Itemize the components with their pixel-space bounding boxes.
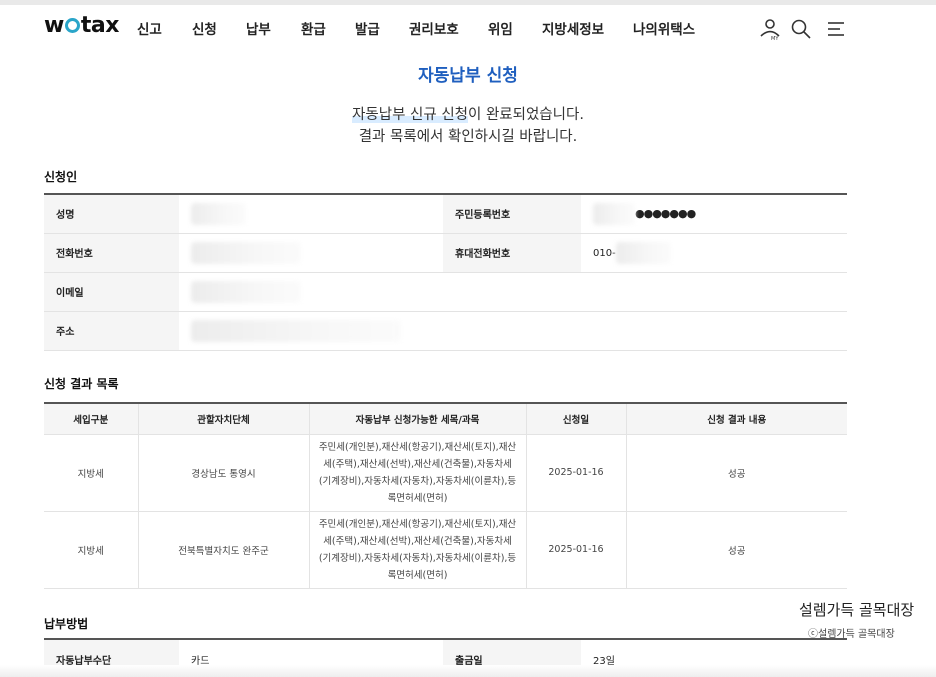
date-cell: 2025-01-16 <box>526 434 627 512</box>
table-header-row: 세입구분 관할자치단체 자동납부 신청가능한 세목/과목 신청일 신청 결과 내… <box>44 402 847 435</box>
items-cell: 주민세(개인분),재산세(항공기),재산세(토지),재산세(주택),재산세(선박… <box>309 434 527 512</box>
column-header: 세입구분 <box>44 402 139 435</box>
rrn-label: 주민등록번호 <box>443 193 581 234</box>
watermark-title: 설렘가득 골목대장 <box>799 601 915 619</box>
results-table: 세입구분 관할자치단체 자동납부 신청가능한 세목/과목 신청일 신청 결과 내… <box>44 402 847 589</box>
address-value-redacted <box>179 311 847 351</box>
svg-text:MY: MY <box>771 36 779 41</box>
top-navigation-bar: w tax 신고 신청 납부 환급 발급 권리보호 위임 지방세정보 나의위택스 … <box>0 0 936 50</box>
category-cell: 지방세 <box>44 434 139 512</box>
nav-item-report[interactable]: 신고 <box>137 18 162 38</box>
result-cell: 성공 <box>626 511 847 589</box>
nav-item-rights[interactable]: 권리보호 <box>409 18 459 38</box>
menu-icon[interactable] <box>824 17 848 41</box>
name-value-redacted <box>179 193 443 234</box>
result-cell: 성공 <box>626 434 847 512</box>
items-cell: 주민세(개인분),재산세(항공기),재산세(토지),재산세(주택),재산세(선박… <box>309 511 527 589</box>
completion-message-highlight: 자동납부 신규 신청 <box>352 107 468 123</box>
nav-item-my-wetax[interactable]: 나의위택스 <box>633 18 695 38</box>
mobile-value: 010- <box>581 233 847 273</box>
authority-cell: 경상남도 통영시 <box>138 434 310 512</box>
applicant-table: 성명 주민등록번호 ●●●●●●● 전화번호 휴대전화번호 010- 이메일 주… <box>44 193 847 351</box>
wetax-logo[interactable]: w tax <box>44 13 119 38</box>
search-icon[interactable] <box>789 17 813 41</box>
table-row: 주소 <box>44 311 847 351</box>
completion-message-line2: 결과 목록에서 확인하시길 바랍니다. <box>358 129 578 145</box>
table-row: 성명 주민등록번호 ●●●●●●● <box>44 193 847 234</box>
date-cell: 2025-01-16 <box>526 511 627 589</box>
phone-value-redacted <box>179 233 443 273</box>
table-row: 지방세 전북특별자치도 완주군 주민세(개인분),재산세(항공기),재산세(토지… <box>44 511 847 589</box>
nav-item-delegate[interactable]: 위임 <box>488 18 513 38</box>
my-account-icon[interactable]: MY <box>758 17 782 42</box>
column-header: 신청 결과 내용 <box>626 402 847 435</box>
column-header: 신청일 <box>526 402 627 435</box>
table-row: 이메일 <box>44 272 847 312</box>
column-header: 관할자치단체 <box>138 402 310 435</box>
email-value-redacted <box>179 272 847 312</box>
name-label: 성명 <box>44 193 179 234</box>
payment-section-title: 납부방법 <box>44 617 89 631</box>
table-row: 전화번호 휴대전화번호 010- <box>44 233 847 273</box>
table-row: 지방세 경상남도 통영시 주민세(개인분),재산세(항공기),재산세(토지),재… <box>44 434 847 512</box>
nav-item-local-tax-info[interactable]: 지방세정보 <box>542 18 604 38</box>
mobile-label: 휴대전화번호 <box>443 233 581 273</box>
phone-label: 전화번호 <box>44 233 179 273</box>
nav-item-issue[interactable]: 발급 <box>355 18 380 38</box>
watermark-credit: ⓒ설렘가득 골목대장 <box>808 629 895 640</box>
nav-item-apply[interactable]: 신청 <box>192 18 217 38</box>
address-label: 주소 <box>44 311 179 351</box>
email-label: 이메일 <box>44 272 179 312</box>
applicant-section-title: 신청인 <box>44 170 78 184</box>
results-section-title: 신청 결과 목록 <box>44 377 119 391</box>
category-cell: 지방세 <box>44 511 139 589</box>
completion-message: 자동납부 신규 신청이 완료되었습니다. <box>352 107 584 123</box>
rrn-value: ●●●●●●● <box>581 193 847 234</box>
nav-item-pay[interactable]: 납부 <box>246 18 271 38</box>
column-header: 자동납부 신청가능한 세목/과목 <box>309 402 527 435</box>
nav-item-refund[interactable]: 환급 <box>301 18 326 38</box>
authority-cell: 전북특별자치도 완주군 <box>138 511 310 589</box>
page-title: 자동납부 신청 <box>418 66 518 86</box>
bottom-edge <box>0 665 936 677</box>
